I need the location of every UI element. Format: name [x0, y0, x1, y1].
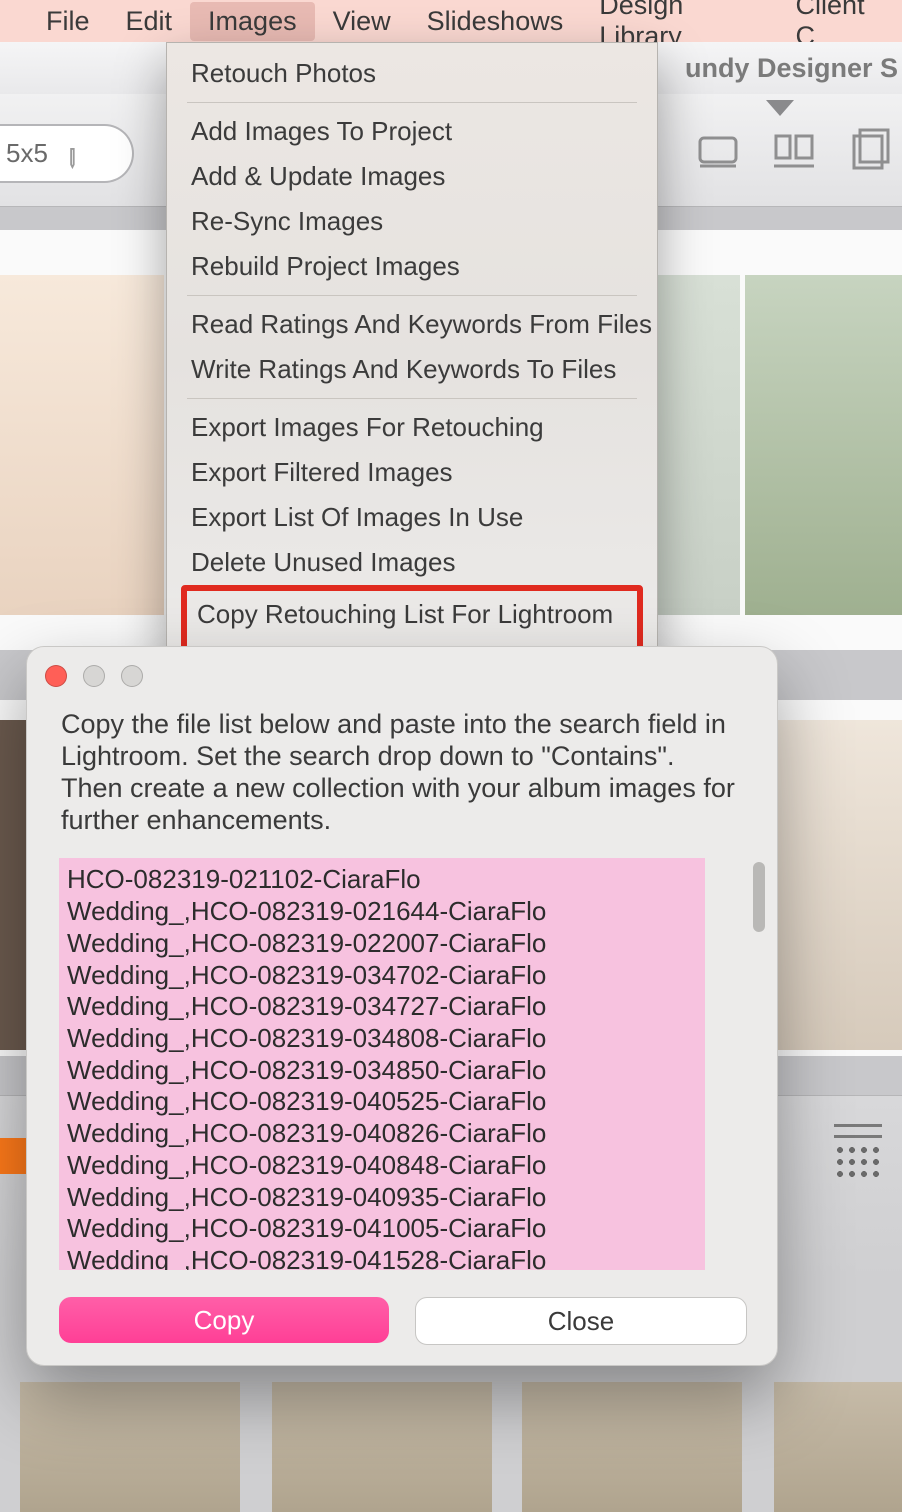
layout-icon-2[interactable] — [770, 128, 818, 176]
menu-separator — [187, 295, 637, 296]
dd-retouch-photos[interactable]: Retouch Photos — [167, 51, 657, 96]
menu-separator — [187, 398, 637, 399]
aspect-ratio-value: 5x5 — [6, 138, 48, 169]
dd-delete-unused[interactable]: Delete Unused Images — [167, 540, 657, 585]
dd-add-update-images[interactable]: Add & Update Images — [167, 154, 657, 199]
file-list-frame — [59, 858, 749, 1275]
dd-add-images[interactable]: Add Images To Project — [167, 109, 657, 154]
menu-view[interactable]: View — [315, 2, 409, 41]
toolbar-right-icons — [694, 128, 902, 176]
thumbnail[interactable] — [522, 1382, 748, 1512]
dd-rebuild-images[interactable]: Rebuild Project Images — [167, 244, 657, 289]
pencil-icon — [55, 138, 86, 169]
dd-export-retouching[interactable]: Export Images For Retouching — [167, 405, 657, 450]
grid-view-icons[interactable] — [834, 1124, 882, 1178]
thumbnail[interactable] — [20, 1382, 246, 1512]
menu-bar: File Edit Images View Slideshows Design … — [0, 0, 902, 44]
dd-copy-retouching-list-lightroom[interactable]: Copy Retouching List For Lightroom — [187, 593, 637, 636]
thumbnail[interactable] — [272, 1382, 498, 1512]
app-brand-text: undy Designer S — [685, 53, 898, 84]
dd-resync-images[interactable]: Re-Sync Images — [167, 199, 657, 244]
photo-placeholder — [0, 275, 164, 615]
dialog-buttons: Copy Close — [27, 1275, 777, 1345]
chevron-down-icon[interactable] — [766, 100, 794, 116]
images-dropdown-menu: Retouch Photos Add Images To Project Add… — [166, 42, 658, 745]
dd-write-ratings[interactable]: Write Ratings And Keywords To Files — [167, 347, 657, 392]
menu-edit[interactable]: Edit — [108, 2, 191, 41]
menu-images[interactable]: Images — [190, 2, 315, 41]
layout-icon-1[interactable] — [694, 128, 742, 176]
thumbnail[interactable] — [774, 1382, 902, 1512]
dd-export-filtered[interactable]: Export Filtered Images — [167, 450, 657, 495]
menu-separator — [187, 102, 637, 103]
copy-list-dialog: Copy the file list below and paste into … — [26, 646, 778, 1366]
dd-export-list-inuse[interactable]: Export List Of Images In Use — [167, 495, 657, 540]
window-minimize-dot — [83, 665, 105, 687]
window-zoom-dot — [121, 665, 143, 687]
layout-icon-3[interactable] — [846, 128, 894, 176]
menu-file[interactable]: File — [28, 2, 108, 41]
copy-button[interactable]: Copy — [59, 1297, 389, 1343]
photo-placeholder — [776, 720, 902, 1050]
close-button[interactable]: Close — [415, 1297, 747, 1345]
scrollbar-thumb[interactable] — [753, 862, 765, 932]
dd-read-ratings[interactable]: Read Ratings And Keywords From Files — [167, 302, 657, 347]
file-list-textarea[interactable] — [59, 858, 705, 1270]
photo-placeholder — [745, 275, 902, 615]
photo-placeholder — [650, 275, 740, 615]
menu-slideshows[interactable]: Slideshows — [409, 2, 582, 41]
aspect-ratio-pill[interactable]: 5x5 — [0, 124, 134, 183]
dialog-instructions: Copy the file list below and paste into … — [27, 693, 777, 848]
window-traffic-lights — [27, 647, 777, 693]
window-close-dot[interactable] — [45, 665, 67, 687]
